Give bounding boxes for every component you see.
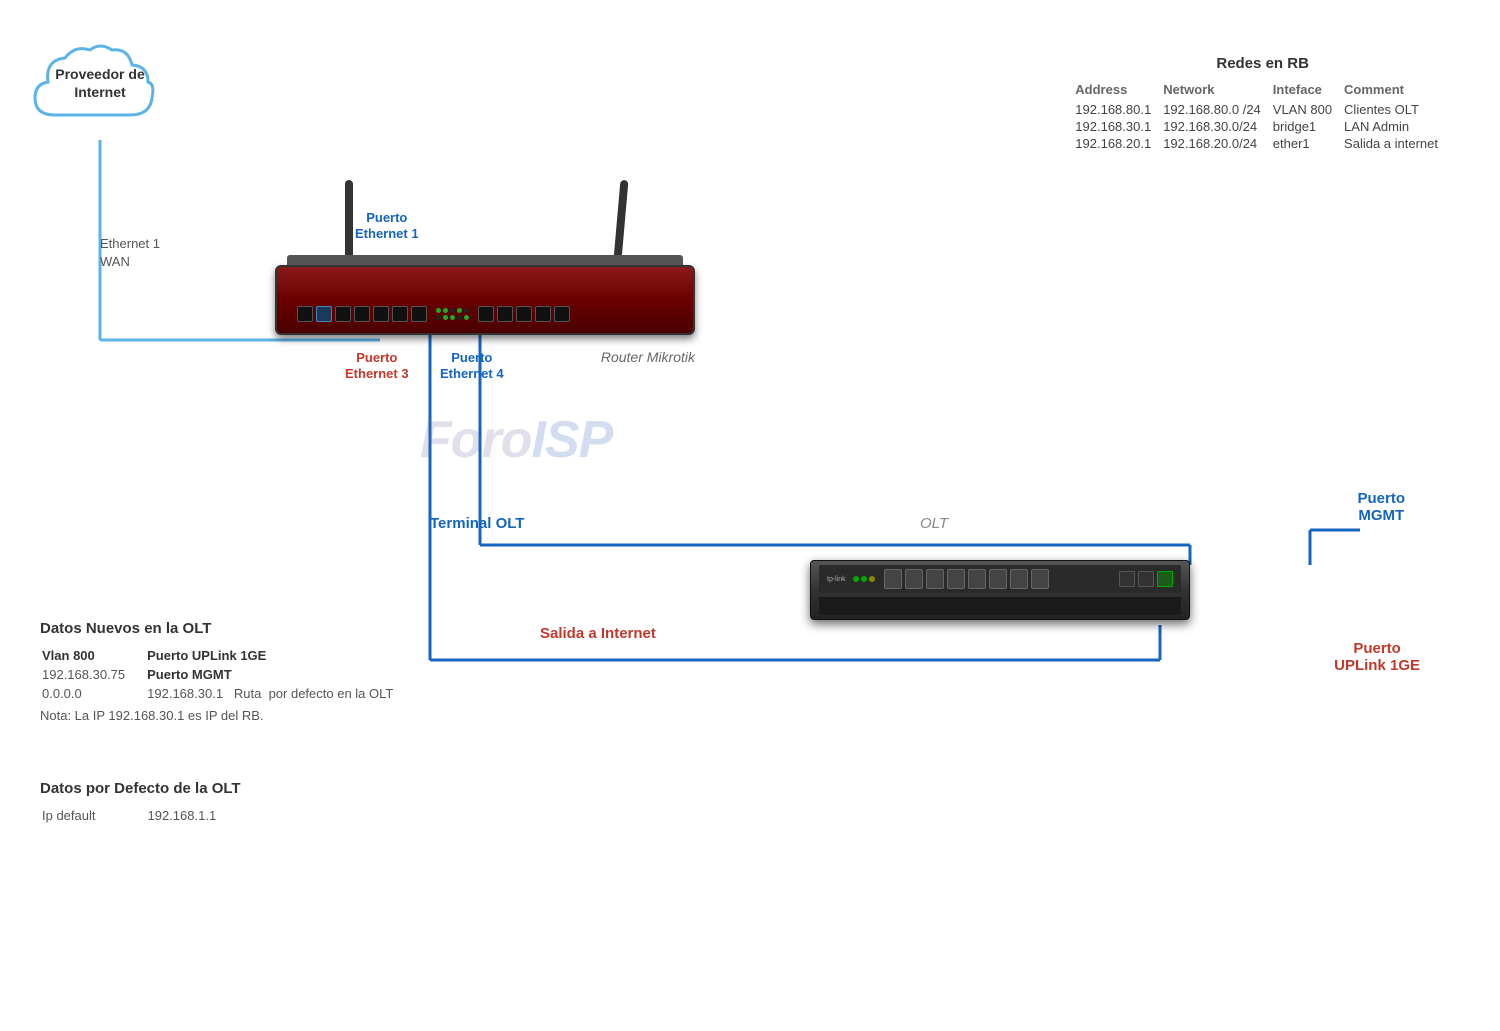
sfp-port: [926, 569, 944, 589]
ethernet1-wan-label: Ethernet 1 WAN: [100, 235, 160, 271]
port-eth10: [554, 306, 570, 322]
olt-led: [853, 576, 859, 582]
olt-brand: tp-link: [827, 576, 846, 583]
table-row: 192.168.80.1 192.168.80.0 /24 VLAN 800 C…: [1075, 101, 1450, 118]
puerto-ethernet3-label: PuertoEthernet 3: [345, 350, 409, 381]
sfp-port: [947, 569, 965, 589]
nota-text: Nota: La IP 192.168.30.1 es IP del RB.: [40, 708, 415, 723]
olt-text-label: OLT: [920, 515, 948, 532]
table-row: 192.168.30.1 192.168.30.0/24 bridge1 LAN…: [1075, 118, 1450, 135]
port-eth7: [497, 306, 513, 322]
table-row: 0.0.0.0 192.168.30.1 Ruta por defecto en…: [42, 685, 413, 702]
watermark: ForoISP: [420, 410, 612, 470]
info-table: Redes en RB Address Network Inteface Com…: [1075, 55, 1450, 152]
datos-defecto-title: Datos por Defecto de la OLT: [40, 780, 241, 797]
port-eth5: [411, 306, 427, 322]
port-eth8: [516, 306, 532, 322]
rj45-port: [1138, 571, 1154, 587]
datos-nuevos-title: Datos Nuevos en la OLT: [40, 620, 415, 637]
sfp-port: [905, 569, 923, 589]
table-row: Vlan 800 Puerto UPLink 1GE: [42, 647, 413, 664]
port-group-1: [335, 306, 427, 322]
led: [464, 315, 469, 320]
port-eth6: [478, 306, 494, 322]
olt-device: tp-link: [810, 560, 1190, 620]
port-eth1: [335, 306, 351, 322]
sfp-port: [989, 569, 1007, 589]
port-eth4: [392, 306, 408, 322]
rj45-green-port: [1157, 571, 1173, 587]
sfp-port: [1031, 569, 1049, 589]
puerto-ethernet4-label: PuertoEthernet 4: [440, 350, 504, 381]
sfp-port: [968, 569, 986, 589]
col-network: Network: [1163, 80, 1273, 101]
cloud-shape: Proveedor de Internet: [30, 40, 170, 140]
port-sfp: [316, 306, 332, 322]
sfp-port: [884, 569, 902, 589]
puerto-mgmt-label: PuertoMGMT: [1357, 490, 1405, 524]
cloud-label: Proveedor de Internet: [30, 65, 170, 101]
connection-lines: [0, 0, 1500, 1031]
antenna-left: [345, 180, 353, 260]
led: [457, 315, 462, 320]
sfp-port: [1010, 569, 1028, 589]
router-ports: [297, 303, 673, 325]
table-row: 192.168.30.75 Puerto MGMT: [42, 666, 413, 683]
port-usb: [297, 306, 313, 322]
puerto-ethernet1-label: PuertoEthernet 1: [355, 210, 419, 241]
info-table-title: Redes en RB: [1075, 55, 1450, 72]
led: [464, 308, 469, 313]
salida-internet-label: Salida a Internet: [540, 625, 656, 642]
router-body: [275, 265, 695, 335]
led: [450, 308, 455, 313]
col-interface: Inteface: [1273, 80, 1344, 101]
datos-defecto-section: Datos por Defecto de la OLT Ip default 1…: [40, 780, 241, 826]
datos-nuevos-section: Datos Nuevos en la OLT Vlan 800 Puerto U…: [40, 620, 415, 723]
led: [436, 308, 441, 313]
led: [443, 308, 448, 313]
led-array: [436, 308, 469, 320]
port-group-2: [478, 306, 570, 322]
router-top-bar: [287, 255, 683, 265]
port-eth9: [535, 306, 551, 322]
olt-led: [861, 576, 867, 582]
led: [450, 315, 455, 320]
port-eth3: [373, 306, 389, 322]
led: [457, 308, 462, 313]
terminal-olt-label: Terminal OLT: [430, 515, 524, 532]
olt-bottom-bar: [819, 597, 1181, 615]
rj45-port: [1119, 571, 1135, 587]
port-eth2: [354, 306, 370, 322]
puerto-uplink-label: PuertoUPLink 1GE: [1334, 640, 1420, 674]
router-mikrotik: Router Mikrotik: [275, 265, 695, 335]
led: [436, 315, 441, 320]
table-row: 192.168.20.1 192.168.20.0/24 ether1 Sali…: [1075, 135, 1450, 152]
olt-body: tp-link: [810, 560, 1190, 620]
antenna-right: [614, 180, 629, 260]
led: [443, 315, 448, 320]
router-label: Router Mikrotik: [601, 349, 695, 365]
table-row: Ip default 192.168.1.1: [42, 807, 236, 824]
col-comment: Comment: [1344, 80, 1450, 101]
olt-led: [869, 576, 875, 582]
col-address: Address: [1075, 80, 1163, 101]
